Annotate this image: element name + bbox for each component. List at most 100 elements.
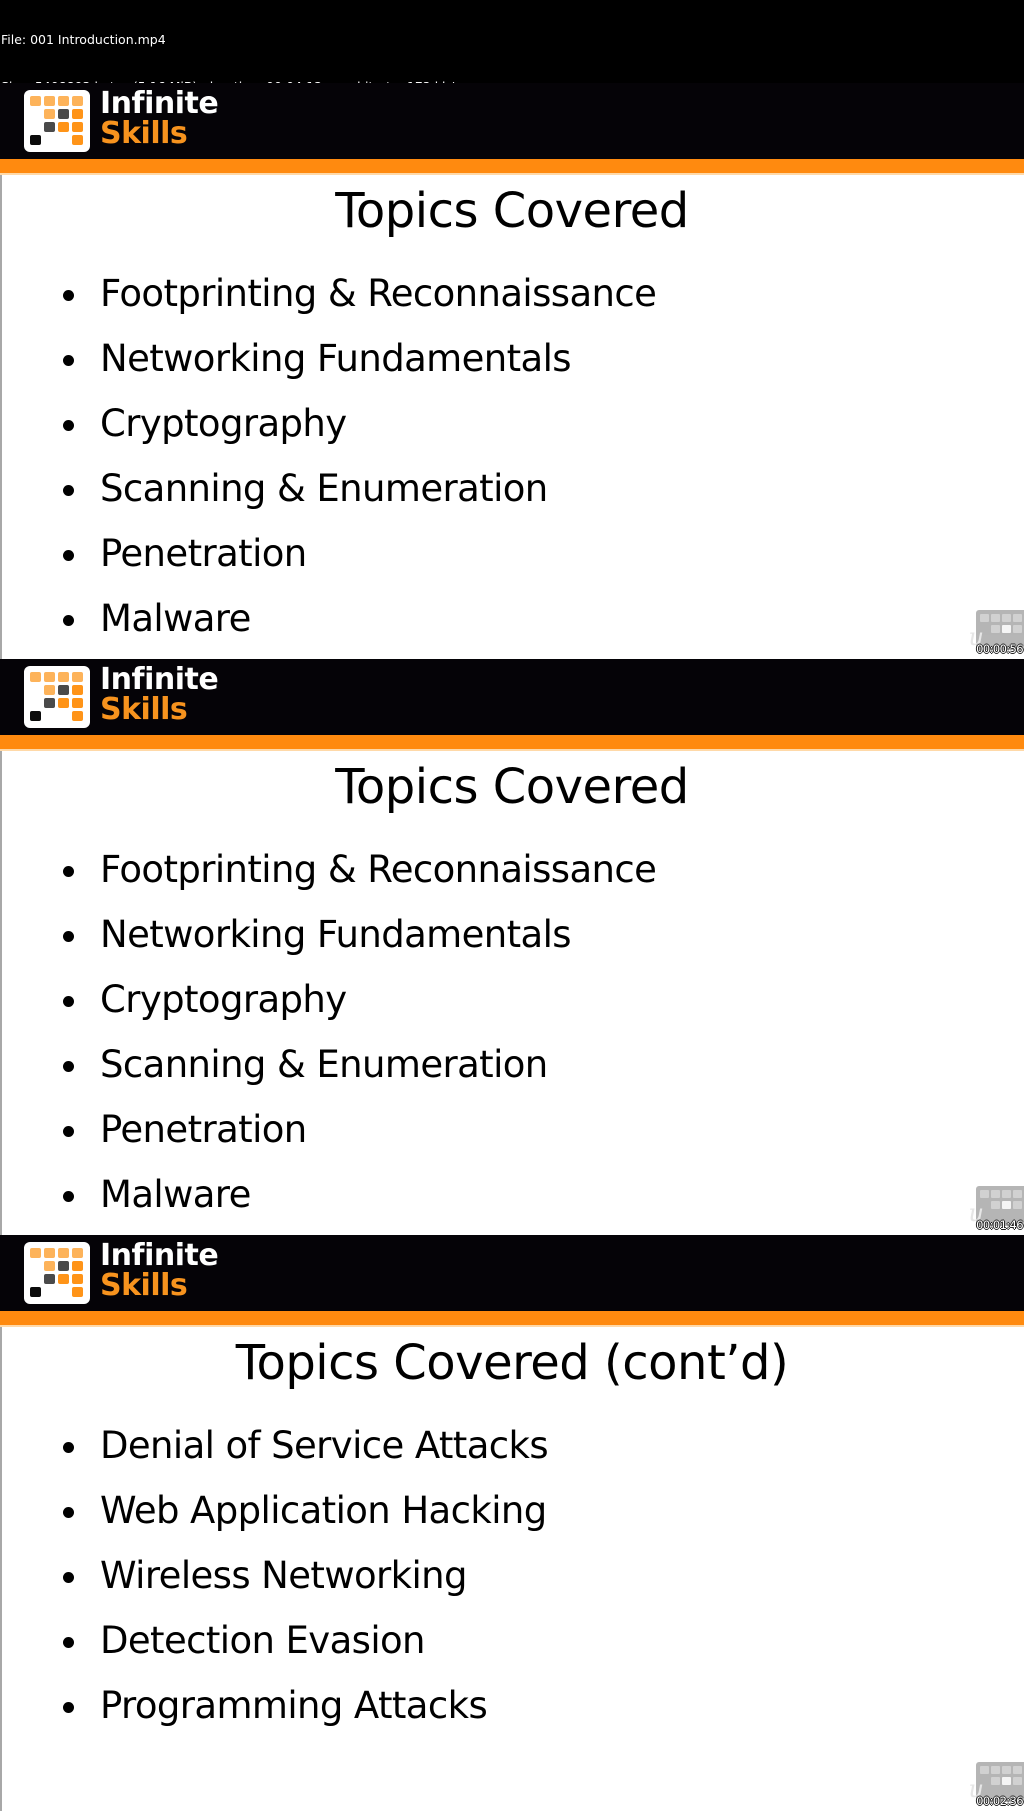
bullet-icon: [63, 996, 74, 1007]
logo-tile: [72, 1287, 83, 1297]
logo-tile: [72, 122, 83, 132]
watermark-tile: [1013, 1190, 1022, 1198]
watermark-tile: [1002, 1201, 1011, 1209]
bullet-icon: [63, 1191, 74, 1202]
watermark-tile: [1002, 614, 1011, 622]
topic-label: Cryptography: [100, 402, 347, 445]
logo-tile: [58, 1274, 69, 1284]
slide-header: Infinite Skills: [0, 1235, 1024, 1311]
logo-tile: [30, 1248, 41, 1258]
watermark-tile: [1002, 1766, 1011, 1774]
logo-tile: [72, 1261, 83, 1271]
watermark-tile: [1013, 625, 1022, 633]
orange-divider: [0, 1311, 1024, 1327]
topic-label: Web Application Hacking: [100, 1489, 547, 1532]
topic-item: Wireless Networking: [0, 1553, 548, 1618]
slide-title: Topics Covered: [335, 759, 689, 815]
logo-tile: [58, 1261, 69, 1271]
logo-tile: [72, 109, 83, 119]
slide-header: Infinite Skills: [0, 83, 1024, 159]
topic-item: Detection Evasion: [0, 1618, 548, 1683]
logo-tile: [30, 96, 41, 106]
logo-tile: [44, 672, 55, 682]
topics-list: Footprinting & Reconnaissance Networking …: [0, 271, 657, 659]
topic-item: Penetration: [0, 531, 656, 596]
watermark-tile: [1013, 1201, 1022, 1209]
topic-item: Cryptography: [0, 977, 656, 1042]
bullet-icon: [63, 1507, 74, 1518]
watermark-tile: [1002, 625, 1011, 633]
topic-item: Scanning & Enumeration: [0, 1042, 656, 1107]
logo-tile: [58, 109, 69, 119]
file-info-line: File: 001 Introduction.mp4: [1, 32, 166, 48]
file-info-header: File: 001 Introduction.mp4 Size: 5408893…: [0, 0, 1024, 234]
topic-item: Footprinting & Reconnaissance: [0, 847, 657, 912]
infinite-skills-logo-icon: [24, 90, 90, 152]
logo-tile: [72, 1274, 83, 1284]
bullet-icon: [63, 1637, 74, 1648]
logo-tile: [72, 96, 83, 106]
slide-title: Topics Covered: [335, 183, 689, 239]
topic-label: Penetration: [100, 1108, 307, 1151]
logo-tile: [30, 711, 41, 721]
watermark-tile: [991, 625, 1000, 633]
topic-label: Cryptography: [100, 978, 347, 1021]
logo-tile: [72, 698, 83, 708]
watermark-tile: [1002, 1190, 1011, 1198]
topic-item: Malware: [0, 596, 656, 659]
logo-tile: [58, 698, 69, 708]
watermark-tile: [980, 1190, 989, 1198]
watermark-tile: [991, 614, 1000, 622]
topic-label: Scanning & Enumeration: [100, 467, 548, 510]
logo-tile: [44, 1248, 55, 1258]
logo-tile: [44, 1274, 55, 1284]
infinite-skills-logo-icon: [24, 1242, 90, 1304]
brand-name-skills: Skills: [100, 116, 188, 151]
logo-tile: [72, 135, 83, 145]
logo-tile: [72, 711, 83, 721]
bullet-icon: [63, 615, 74, 626]
video-frame: Infinite Skills Topics Covered Footprinting…: [0, 659, 1024, 1235]
watermark-tile: [991, 1777, 1000, 1785]
bullet-icon: [63, 1702, 74, 1713]
topic-label: Denial of Service Attacks: [100, 1424, 549, 1467]
infinite-skills-logo-icon: [24, 666, 90, 728]
logo-tile: [30, 135, 41, 145]
topic-label: Wireless Networking: [100, 1554, 467, 1597]
orange-divider: [0, 735, 1024, 751]
bullet-icon: [63, 931, 74, 942]
frame-timestamp: 00:01:46: [976, 1218, 1023, 1232]
bullet-icon: [63, 1126, 74, 1137]
topic-label: Footprinting & Reconnaissance: [100, 272, 657, 315]
watermark-tile: [980, 614, 989, 622]
watermark-tile: [1013, 1777, 1022, 1785]
bullet-icon: [63, 1061, 74, 1072]
watermark-tile: [980, 1766, 989, 1774]
logo-tile: [72, 1248, 83, 1258]
logo-tile: [30, 672, 41, 682]
topic-item: Scanning & Enumeration: [0, 466, 656, 531]
topic-label: Malware: [100, 1173, 251, 1216]
logo-tile: [72, 685, 83, 695]
logo-tile: [44, 96, 55, 106]
topic-label: Malware: [100, 597, 251, 640]
topic-item: Cryptography: [0, 401, 656, 466]
video-frame: Infinite Skills Topics Covered Footprinting…: [0, 83, 1024, 659]
slide-title: Topics Covered (cont’d): [235, 1335, 789, 1391]
frame-timestamp: 00:02:36: [976, 1794, 1023, 1808]
watermark-tile: [991, 1201, 1000, 1209]
logo-tile: [30, 1287, 41, 1297]
topic-item: Footprinting & Reconnaissance: [0, 271, 657, 336]
topic-item: Web Application Hacking: [0, 1488, 548, 1553]
brand-name-skills: Skills: [100, 692, 188, 727]
topic-label: Penetration: [100, 532, 307, 575]
topic-item: Penetration: [0, 1107, 656, 1172]
topic-label: Detection Evasion: [100, 1619, 426, 1662]
logo-tile: [58, 122, 69, 132]
topic-item: Networking Fundamentals: [0, 336, 656, 401]
bullet-icon: [63, 550, 74, 561]
watermark-tile: [1002, 1777, 1011, 1785]
logo-tile: [72, 672, 83, 682]
logo-tile: [58, 685, 69, 695]
frame-timestamp: 00:00:56: [976, 642, 1023, 656]
